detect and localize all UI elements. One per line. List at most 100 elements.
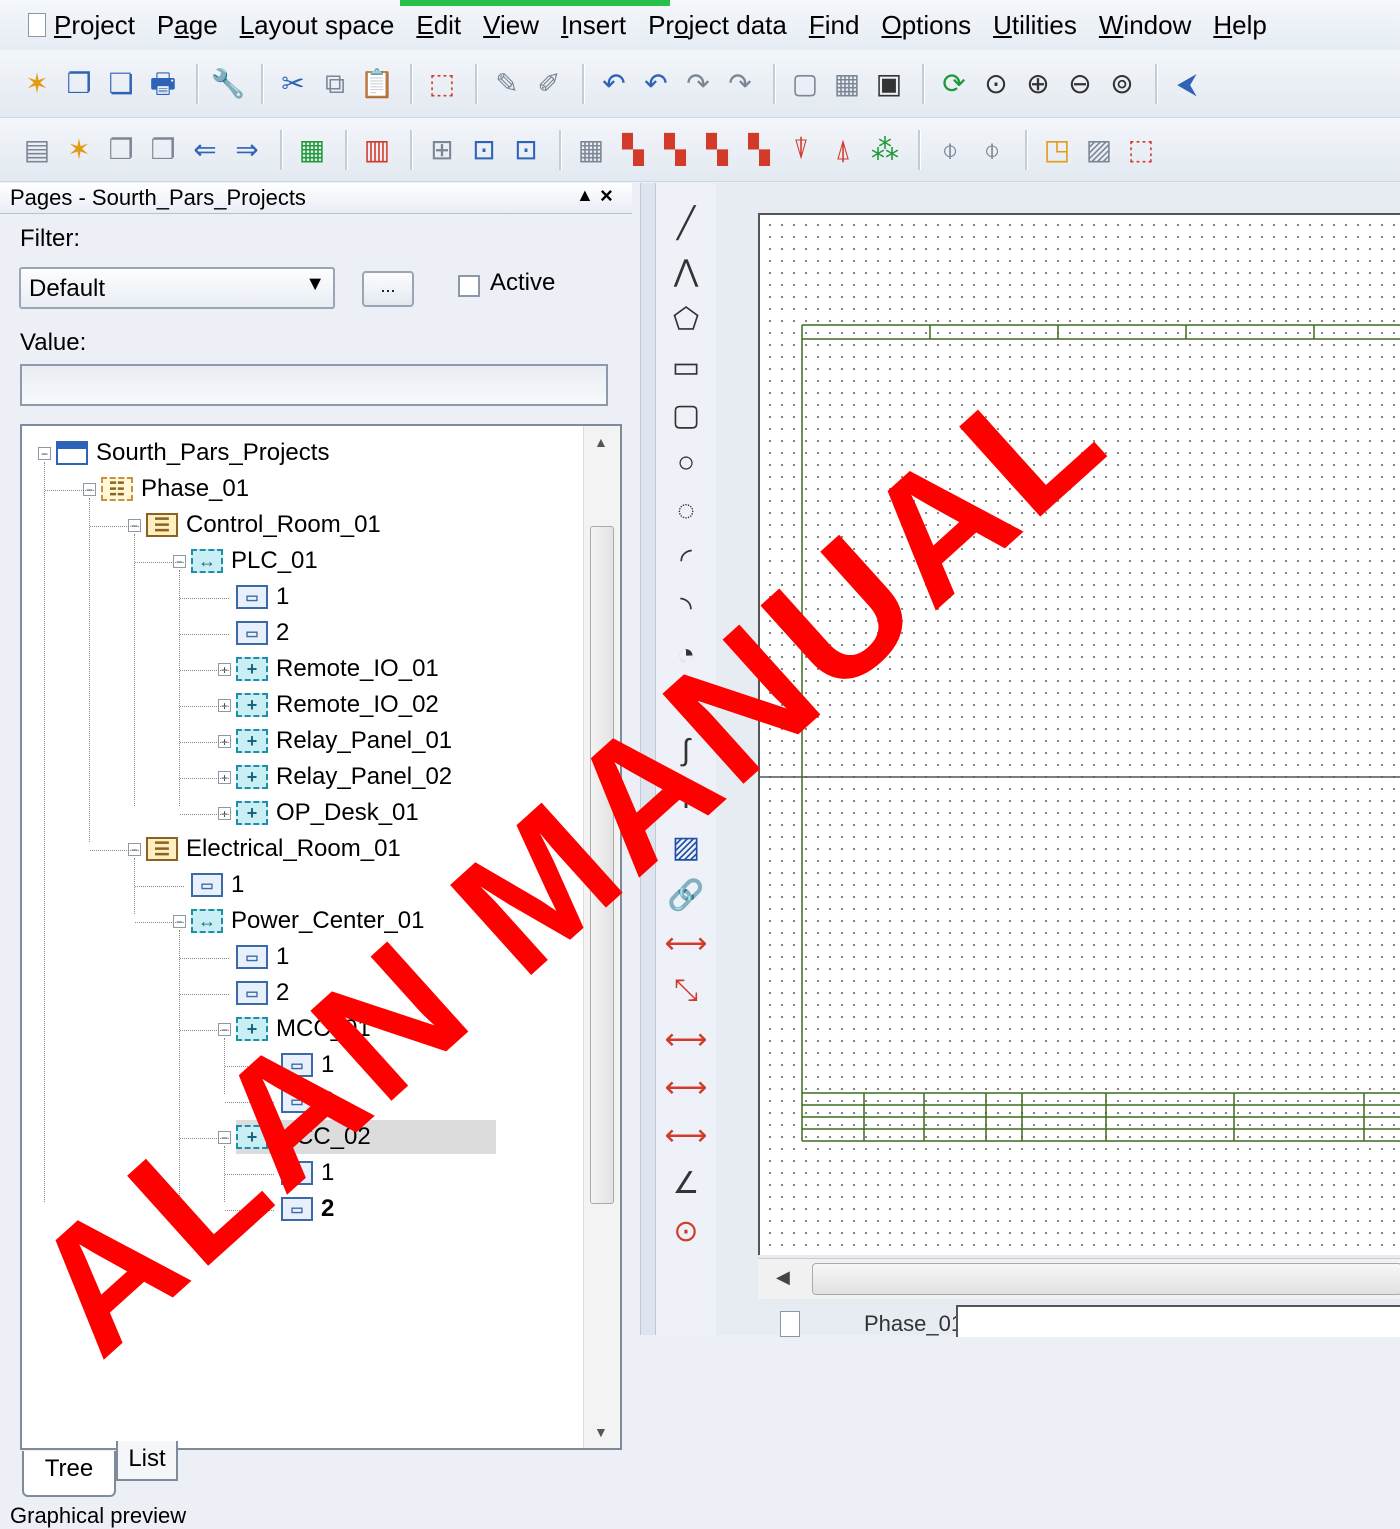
tree-item[interactable]: Sourth_Pars_Projects [56,436,329,470]
tree-item[interactable]: ▭ 2 [236,976,289,1010]
hatch-icon[interactable]: ▨ [1080,131,1118,169]
dimension-incremental-tool-icon[interactable]: ⟷ [665,1067,708,1107]
back-arrow-icon[interactable]: ⮜ [1168,65,1206,103]
tab-tree[interactable]: Tree [22,1451,116,1497]
redo-icon[interactable]: ↷ [679,65,717,103]
tree-item[interactable]: + MCC_02 [236,1120,496,1154]
arc-tool-icon[interactable]: ◜ [666,539,706,579]
structure-box-icon[interactable]: ◳ [1038,131,1076,169]
menu-item[interactable]: Utilities [993,10,1077,41]
zoom-100-icon[interactable]: ⊚ [1103,65,1141,103]
dimension-linear-tool-icon[interactable]: ⟷ [665,923,708,963]
hyperlink-tool-icon[interactable]: 🔗 [666,875,706,915]
menu-item[interactable]: Window [1099,10,1191,41]
line-tool-icon[interactable]: ╱ [666,203,706,243]
scroll-thumb[interactable] [590,526,614,1204]
zoom-window-icon[interactable]: ⊙ [977,65,1015,103]
polyline-tool-icon[interactable]: ⋀ [666,251,706,291]
new-page-icon[interactable]: ✶ [60,131,98,169]
tree-item[interactable]: ↔ PLC_01 [191,544,318,578]
cable-icon[interactable]: ▚ [614,131,652,169]
tab-list[interactable]: List [116,1441,178,1481]
dimension-aligned-tool-icon[interactable]: ⤡ [666,971,706,1011]
menu-item[interactable]: View [483,10,539,41]
terminal-icon[interactable]: ⊡ [465,131,503,169]
format-apply-icon[interactable]: ✐ [530,65,568,103]
network-definition-icon[interactable]: ⁂ [866,131,904,169]
panel-splitter[interactable] [640,183,656,1335]
tree-item[interactable]: ☰ Electrical_Room_01 [146,832,401,866]
tree-item[interactable]: ▭ 1 [236,580,289,614]
dimension-radius-tool-icon[interactable]: ⊙ [666,1211,706,1251]
canvas-horizontal-scrollbar[interactable]: ◀ [758,1258,1400,1299]
tree-item[interactable]: + Remote_IO_01 [236,652,439,686]
menu-item[interactable]: Page [157,10,218,41]
page-icon[interactable]: ▢ [786,65,824,103]
dimension-baseline-tool-icon[interactable]: ⟷ [665,1115,708,1155]
dimension-angle-tool-icon[interactable]: ∠ [666,1163,706,1203]
tree-item[interactable]: ↔ Power_Center_01 [191,904,424,938]
undo-list-icon[interactable]: ↶ [637,65,675,103]
menu-item[interactable]: Options [881,10,971,41]
insert-symbol-icon[interactable]: ▦ [293,131,331,169]
filter-dropdown[interactable]: Default ▼ [19,267,335,309]
tree-item[interactable]: ▭ 1 [236,940,289,974]
interruption-point-up-icon[interactable]: ⍋ [824,131,862,169]
scroll-thumb[interactable] [812,1263,1400,1295]
page-properties-icon[interactable]: ▤ [18,131,56,169]
tree-item[interactable]: ▭ 2 [281,1192,334,1226]
new-project-icon[interactable]: ✶ [18,65,56,103]
panel-close-icon[interactable]: × [600,183,613,209]
image-tool-icon[interactable]: ▨ [666,827,706,867]
grid-icon[interactable]: ▦ [828,65,866,103]
potential-icon[interactable]: ▚ [740,131,778,169]
tree-item[interactable]: + OP_Desk_01 [236,796,419,830]
paste-icon[interactable]: 📋 [358,65,396,103]
connector-icon[interactable]: ▦ [572,131,610,169]
cut-icon[interactable]: ✂ [274,65,312,103]
previous-page-icon[interactable]: ⇐ [186,131,224,169]
menu-item[interactable]: Help [1213,10,1266,41]
panel-pin-icon[interactable]: ▲ [576,185,594,206]
filter-more-button[interactable]: ... [362,271,414,307]
rectangle-tool-icon[interactable]: ▭ [666,347,706,387]
copy-icon[interactable]: ⧉ [316,65,354,103]
zoom-out-icon[interactable]: ⊖ [1061,65,1099,103]
black-box-icon[interactable]: ⬚ [1122,131,1160,169]
tree-item[interactable]: ☷ Phase_01 [101,472,249,506]
menu-item[interactable]: Project data [648,10,787,41]
plug-icon[interactable]: ⌽ [931,131,969,169]
dimension-chain-tool-icon[interactable]: ⟷ [665,1019,708,1059]
refresh-icon[interactable]: ⟳ [935,65,973,103]
terminal-strip-icon[interactable]: ⊡ [507,131,545,169]
active-checkbox[interactable] [458,275,480,297]
tree-item[interactable]: ▭ 1 [191,868,244,902]
format-brush-icon[interactable]: ✎ [488,65,526,103]
ellipse-tool-icon[interactable]: ⬭ [666,683,706,723]
open-project-icon[interactable]: ❐ [60,65,98,103]
cable-definition-icon[interactable]: ▚ [656,131,694,169]
menu-item[interactable]: Project [54,10,135,41]
tree-item[interactable]: ▭ 2 [281,1084,334,1118]
collapse-icon[interactable]: − [38,447,51,460]
settings-wrench-icon[interactable]: 🔧 [209,65,247,103]
delete-selection-icon[interactable]: ⬚ [423,65,461,103]
menu-item[interactable]: Insert [561,10,626,41]
drawing-sheet[interactable] [758,213,1400,1255]
tree-item[interactable]: ▭ 2 [236,616,289,650]
close-project-icon[interactable]: ❏ [102,65,140,103]
arc-three-points-tool-icon[interactable]: ◝ [666,587,706,627]
spline-tool-icon[interactable]: ∫ [666,731,706,771]
next-page-icon[interactable]: ⇒ [228,131,266,169]
text-tool-icon[interactable]: T [666,779,706,819]
interruption-point-icon[interactable]: ⍒ [782,131,820,169]
circle-tool-icon[interactable]: ○ [666,443,706,483]
menu-item[interactable]: Edit [416,10,461,41]
plc-box-icon[interactable]: ▥ [358,131,396,169]
circle-three-points-tool-icon[interactable]: ◌ [666,491,706,531]
sector-tool-icon[interactable]: ◔ [666,635,706,675]
graphic-view-icon[interactable]: ▣ [870,65,908,103]
menu-item[interactable]: Layout space [240,10,395,41]
device-icon[interactable]: ⊞ [423,131,461,169]
polygon-tool-icon[interactable]: ⬠ [666,299,706,339]
